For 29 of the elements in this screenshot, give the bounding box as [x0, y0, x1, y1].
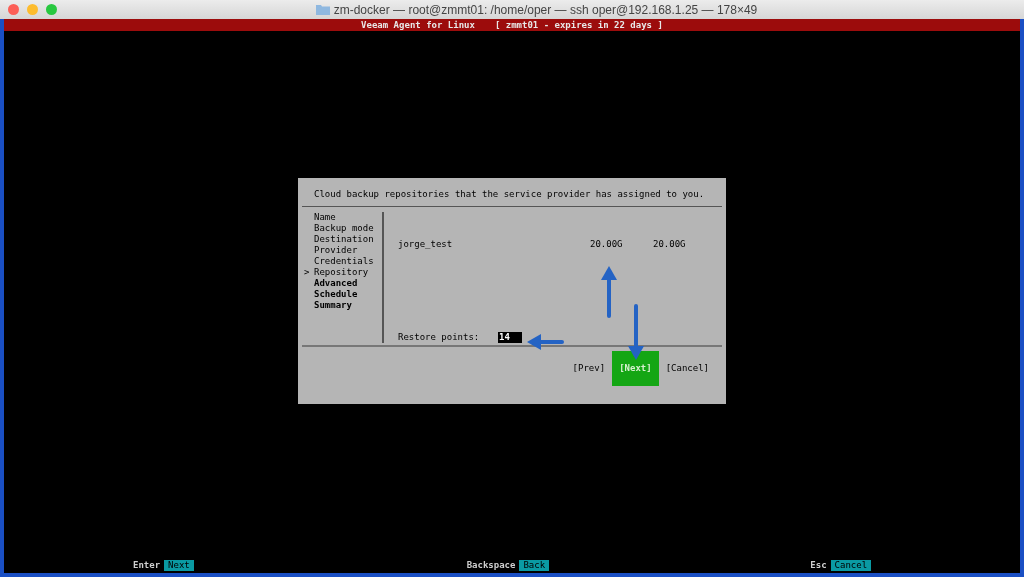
app-name: Veeam Agent for Linux	[361, 19, 475, 31]
wizard-step[interactable]: Schedule	[314, 289, 358, 300]
wizard-step[interactable]: Repository	[314, 267, 369, 278]
wizard-step[interactable]: Credentials	[314, 256, 374, 267]
wizard-step[interactable]: Provider	[314, 245, 358, 256]
wizard-step[interactable]: Name	[314, 212, 336, 223]
wizard-step[interactable]: Destination	[314, 234, 374, 245]
hint-key: Esc	[810, 559, 827, 571]
hint-key: Backspace	[466, 559, 516, 571]
restore-points-label: Restore points:	[398, 332, 481, 343]
close-icon[interactable]	[8, 4, 19, 15]
restore-points-field[interactable]: 14	[498, 332, 522, 343]
current-step-marker: >	[304, 267, 310, 278]
dialog-description: Cloud backup repositories that the service provider has assigned to you.	[314, 189, 705, 199]
zoom-icon[interactable]	[46, 4, 57, 15]
window-title: zm-docker — root@zmmt01: /home/oper — ssh oper@192.168.1.25 — 178×49	[333, 1, 758, 19]
folder-icon	[315, 4, 330, 15]
hint-action[interactable]: Back	[519, 559, 550, 571]
license-info: [ zmmt01 - expires in 22 days ]	[494, 19, 663, 31]
hint-key: Enter	[133, 559, 161, 571]
repository-row[interactable]: jorge_test 20.00G 20.00G	[398, 239, 726, 250]
wizard-step[interactable]: Summary	[314, 300, 352, 311]
wizard-step[interactable]: Backup mode	[314, 223, 374, 234]
minimize-icon[interactable]	[27, 4, 38, 15]
hint-action[interactable]: Cancel	[830, 559, 872, 571]
wizard-button[interactable]: [Prev]	[571, 351, 607, 386]
hint-action[interactable]: Next	[164, 559, 194, 571]
wizard-button[interactable]: [Cancel]	[664, 351, 710, 386]
wizard-step[interactable]: Advanced	[314, 278, 358, 289]
